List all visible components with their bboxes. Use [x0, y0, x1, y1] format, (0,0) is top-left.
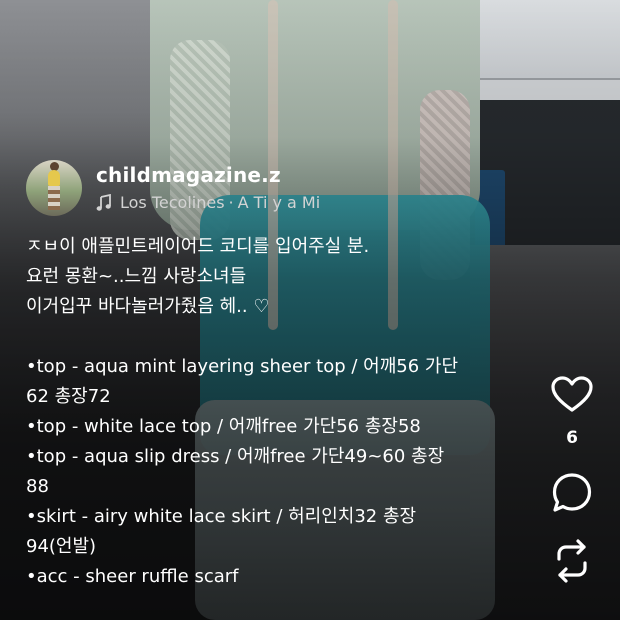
caption-line: ㅈㅂ이 애플민트레이어드 코디를 입어주실 분. [26, 236, 370, 257]
comment-icon [552, 473, 592, 512]
author-meta: childmagazine.z Los Tecolines · A Ti y a… [96, 160, 320, 214]
music-title: A Ti y a Mi [237, 193, 321, 212]
action-rail: 6 [546, 372, 598, 584]
music-attribution[interactable]: Los Tecolines · A Ti y a Mi [96, 192, 320, 214]
caption-item-line: •top - aqua slip dress / 어깨free 가단49~60 … [26, 446, 445, 467]
caption-item-line: 94(언발) [26, 536, 97, 557]
music-separator: · [228, 193, 234, 212]
post-caption: ㅈㅂ이 애플민트레이어드 코디를 입어주실 분. 요런 몽환~..느낌 사랑소녀… [26, 232, 531, 592]
music-note-icon [96, 194, 111, 211]
like-button[interactable] [546, 372, 598, 418]
caption-item-line: •acc - sheer ruffle scarf [26, 566, 239, 587]
like-count: 6 [566, 428, 578, 448]
username[interactable]: childmagazine.z [96, 162, 320, 188]
heart-icon [551, 376, 593, 412]
caption-item-line: 62 총장72 [26, 386, 111, 407]
music-artist: Los Tecolines [120, 193, 225, 212]
avatar[interactable] [26, 160, 82, 216]
caption-item-line: •skirt - airy white lace skirt / 허리인치32 … [26, 506, 417, 527]
repost-button[interactable] [546, 538, 598, 584]
caption-item-line: 88 [26, 476, 49, 497]
comment-button[interactable] [546, 470, 598, 516]
post-author: childmagazine.z Los Tecolines · A Ti y a… [26, 160, 320, 216]
repost-icon [557, 539, 587, 583]
caption-item-line: •top - white lace top / 어깨free 가단56 총장58 [26, 416, 421, 437]
caption-line: 요런 몽환~..느낌 사랑소녀들 [26, 266, 247, 287]
caption-item-line: •top - aqua mint layering sheer top / 어깨… [26, 356, 459, 377]
caption-line: 이거입꾸 바다놀러가줬음 헤.. ♡ [26, 296, 270, 317]
